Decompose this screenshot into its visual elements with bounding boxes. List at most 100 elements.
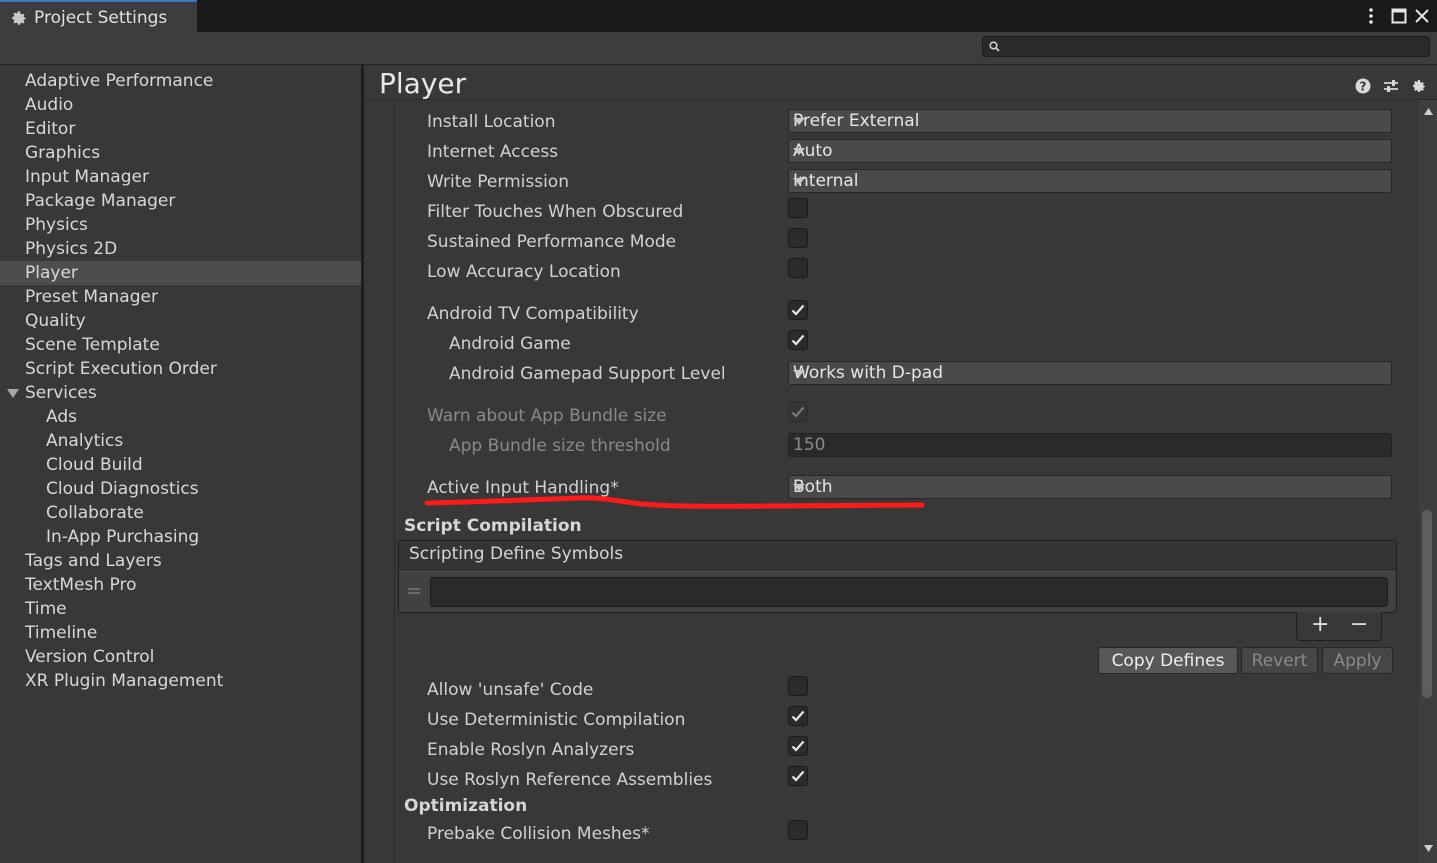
scroll-down-icon[interactable] bbox=[1424, 845, 1433, 852]
sidebar-item-xr-plugin-management[interactable]: XR Plugin Management bbox=[0, 669, 361, 693]
write-permission-dropdown[interactable]: Internal bbox=[788, 169, 1392, 193]
copy-defines-button[interactable]: Copy Defines bbox=[1098, 647, 1238, 674]
warn-bundle-checkbox bbox=[788, 402, 808, 422]
sidebar-item-label: Collaborate bbox=[46, 503, 144, 523]
sustained-performance-checkbox[interactable] bbox=[788, 228, 808, 248]
sidebar-item-quality[interactable]: Quality bbox=[0, 309, 361, 333]
sidebar-item-physics[interactable]: Physics bbox=[0, 213, 361, 237]
preset-icon[interactable] bbox=[1381, 77, 1401, 95]
sidebar-item-label: Analytics bbox=[46, 431, 124, 451]
sidebar-item-physics-2d[interactable]: Physics 2D bbox=[0, 237, 361, 261]
gamepad-support-label: Android Gamepad Support Level bbox=[449, 364, 726, 384]
sidebar-item-label: Script Execution Order bbox=[25, 359, 217, 379]
sidebar-item-label: Player bbox=[25, 263, 78, 283]
define-symbol-field[interactable] bbox=[430, 577, 1388, 607]
sidebar-item-label: Version Control bbox=[25, 647, 155, 667]
sidebar-item-ads[interactable]: Ads bbox=[0, 405, 361, 429]
expand-triangle-icon[interactable] bbox=[7, 389, 19, 398]
header-divider bbox=[364, 99, 1437, 100]
sidebar-item-scene-template[interactable]: Scene Template bbox=[0, 333, 361, 357]
search-field[interactable] bbox=[982, 36, 1430, 58]
prebake-checkbox[interactable] bbox=[788, 820, 808, 840]
sidebar-item-timeline[interactable]: Timeline bbox=[0, 621, 361, 645]
maximize-icon[interactable] bbox=[1388, 4, 1410, 28]
list-header: Scripting Define Symbols bbox=[399, 541, 1396, 570]
sidebar-item-graphics[interactable]: Graphics bbox=[0, 141, 361, 165]
roslyn-analyzers-checkbox[interactable] bbox=[788, 736, 808, 756]
sidebar-item-package-manager[interactable]: Package Manager bbox=[0, 189, 361, 213]
sidebar-item-label: Adaptive Performance bbox=[25, 71, 214, 91]
gamepad-support-value: Works with D-pad bbox=[793, 363, 944, 383]
vertical-scrollbar[interactable] bbox=[1419, 100, 1437, 863]
sidebar-item-in-app-purchasing[interactable]: In-App Purchasing bbox=[0, 525, 361, 549]
sidebar-item-adaptive-performance[interactable]: Adaptive Performance bbox=[0, 69, 361, 93]
sidebar-item-collaborate[interactable]: Collaborate bbox=[0, 501, 361, 525]
sidebar-item-label: In-App Purchasing bbox=[46, 527, 200, 547]
settings-panel: Player ? Install Location Prefer Externa… bbox=[364, 65, 1437, 863]
sidebar-item-version-control[interactable]: Version Control bbox=[0, 645, 361, 669]
checkmark-icon bbox=[791, 710, 805, 722]
chevron-down-icon bbox=[793, 484, 805, 491]
red-underline-annotation bbox=[424, 495, 925, 509]
android-game-checkbox[interactable] bbox=[788, 330, 808, 350]
low-accuracy-checkbox[interactable] bbox=[788, 258, 808, 278]
sidebar-item-services[interactable]: Services bbox=[0, 381, 361, 405]
search-input[interactable] bbox=[1005, 37, 1429, 58]
scrollbar-thumb[interactable] bbox=[1422, 510, 1432, 698]
gear-icon[interactable] bbox=[1409, 77, 1429, 95]
apply-button[interactable]: Apply bbox=[1322, 647, 1393, 674]
optimization-header: Optimization bbox=[404, 796, 528, 816]
sidebar-item-label: Audio bbox=[25, 95, 74, 115]
internet-access-label: Internet Access bbox=[427, 142, 559, 162]
filter-touches-label: Filter Touches When Obscured bbox=[427, 202, 684, 222]
sidebar-item-editor[interactable]: Editor bbox=[0, 117, 361, 141]
sidebar-item-label: Cloud Build bbox=[46, 455, 143, 475]
sidebar-item-preset-manager[interactable]: Preset Manager bbox=[0, 285, 361, 309]
sidebar-item-cloud-diagnostics[interactable]: Cloud Diagnostics bbox=[0, 477, 361, 501]
install-location-row: Install Location Prefer External bbox=[364, 107, 1404, 137]
chevron-down-icon bbox=[793, 178, 805, 185]
add-button[interactable]: + bbox=[1311, 612, 1329, 637]
write-permission-label: Write Permission bbox=[427, 172, 569, 192]
help-icon[interactable]: ? bbox=[1354, 77, 1372, 95]
allow-unsafe-label: Allow 'unsafe' Code bbox=[427, 680, 594, 700]
sidebar-item-tags-and-layers[interactable]: Tags and Layers bbox=[0, 549, 361, 573]
roslyn-refs-checkbox[interactable] bbox=[788, 766, 808, 786]
sidebar-item-textmesh-pro[interactable]: TextMesh Pro bbox=[0, 573, 361, 597]
sidebar-item-time[interactable]: Time bbox=[0, 597, 361, 621]
gamepad-support-dropdown[interactable]: Works with D-pad bbox=[788, 361, 1392, 385]
android-tv-checkbox[interactable] bbox=[788, 300, 808, 320]
revert-button[interactable]: Revert bbox=[1241, 647, 1318, 674]
filter-touches-checkbox[interactable] bbox=[788, 198, 808, 218]
settings-sidebar: Adaptive Performance Audio Editor Graphi… bbox=[0, 65, 361, 863]
install-location-dropdown[interactable]: Prefer External bbox=[788, 109, 1392, 133]
bundle-threshold-label: App Bundle size threshold bbox=[449, 436, 671, 456]
android-tv-row: Android TV Compatibility bbox=[364, 299, 1404, 329]
warn-bundle-label: Warn about App Bundle size bbox=[427, 406, 667, 426]
sidebar-item-label: Editor bbox=[25, 119, 76, 139]
internet-access-row: Internet Access Auto bbox=[364, 137, 1404, 167]
sidebar-item-player[interactable]: Player bbox=[0, 261, 361, 285]
checkmark-icon bbox=[791, 406, 805, 418]
remove-button[interactable]: − bbox=[1350, 612, 1368, 637]
project-settings-tab[interactable]: Project Settings bbox=[0, 0, 197, 33]
scroll-up-icon[interactable] bbox=[1424, 108, 1433, 115]
list-add-remove: + − bbox=[1296, 612, 1382, 641]
internet-access-dropdown[interactable]: Auto bbox=[788, 139, 1392, 163]
sidebar-item-analytics[interactable]: Analytics bbox=[0, 429, 361, 453]
sidebar-item-label: Package Manager bbox=[25, 191, 176, 211]
sidebar-item-label: TextMesh Pro bbox=[25, 575, 137, 595]
drag-handle-icon[interactable] bbox=[408, 588, 420, 594]
roslyn-refs-row: Use Roslyn Reference Assemblies bbox=[364, 765, 1404, 795]
deterministic-checkbox[interactable] bbox=[788, 706, 808, 726]
close-icon[interactable] bbox=[1412, 4, 1432, 28]
allow-unsafe-checkbox[interactable] bbox=[788, 676, 808, 696]
sidebar-item-label: Timeline bbox=[25, 623, 98, 643]
more-options-icon[interactable] bbox=[1362, 4, 1380, 28]
sustained-performance-row: Sustained Performance Mode bbox=[364, 227, 1404, 257]
sidebar-item-cloud-build[interactable]: Cloud Build bbox=[0, 453, 361, 477]
sidebar-item-script-execution-order[interactable]: Script Execution Order bbox=[0, 357, 361, 381]
gamepad-support-row: Android Gamepad Support Level Works with… bbox=[364, 359, 1404, 389]
sidebar-item-audio[interactable]: Audio bbox=[0, 93, 361, 117]
sidebar-item-input-manager[interactable]: Input Manager bbox=[0, 165, 361, 189]
